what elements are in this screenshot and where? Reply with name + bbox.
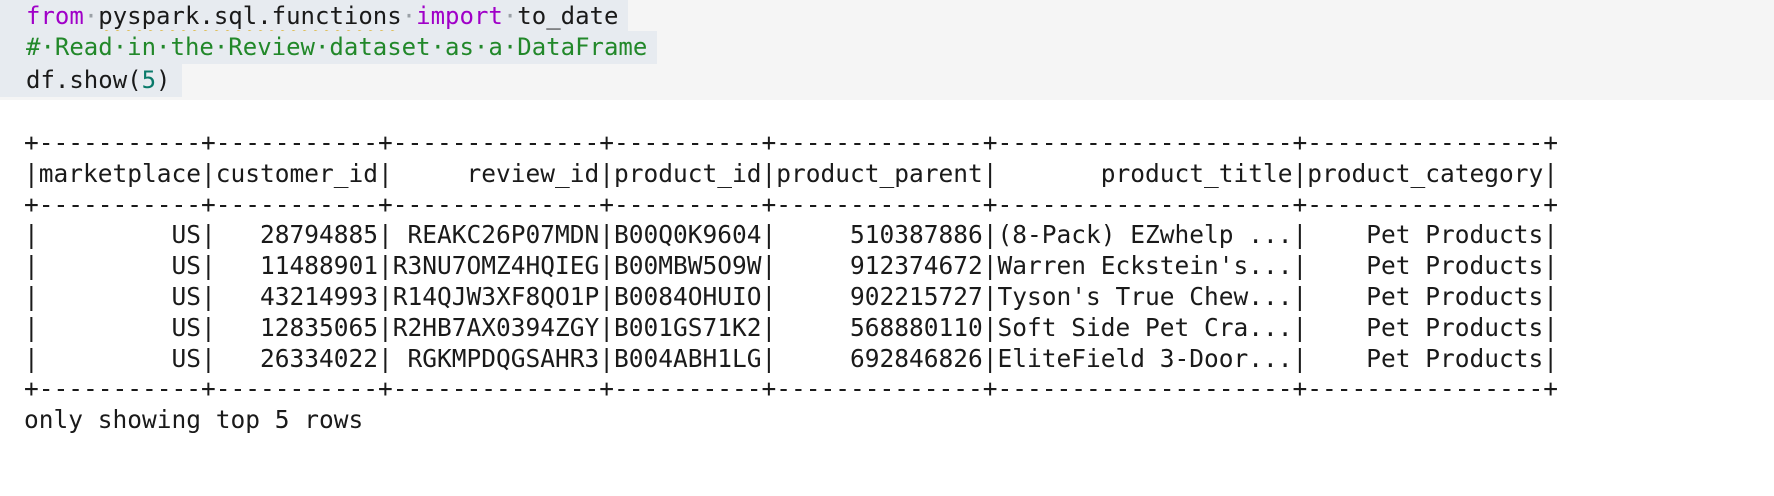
keyword-import: import	[416, 2, 503, 30]
code-comment: #·Read·in·the·Review·dataset·as·a·DataFr…	[26, 33, 648, 61]
code-cell[interactable]: from·pyspark.sql.functions·import·to_dat…	[0, 0, 1774, 100]
code-line-2[interactable]: #·Read·in·the·Review·dataset·as·a·DataFr…	[0, 31, 658, 64]
output-footer: only showing top 5 rows	[24, 405, 364, 435]
table-border-mid: +-----------+-----------+--------------+…	[24, 189, 1559, 219]
code-call: df.show(	[26, 66, 142, 94]
table-row: | US| 12835065|R2HB7AX0394ZGY|B001GS71K2…	[24, 312, 1559, 342]
cell-output: +-----------+-----------+--------------+…	[24, 128, 1558, 436]
code-arg: 5	[141, 66, 157, 94]
table-border-bottom: +-----------+-----------+--------------+…	[24, 374, 1559, 404]
table-border-top: +-----------+-----------+--------------+…	[24, 128, 1559, 157]
table-row: | US| 28794885| REAKC26P07MDN|B00Q0K9604…	[24, 220, 1559, 250]
table-row: | US| 43214993|R14QJW3XF8QO1P|B0084OHUIO…	[24, 281, 1559, 311]
table-row: | US| 11488901|R3NU7OMZ4HQIEG|B00MBW5O9W…	[24, 251, 1559, 281]
code-close: )	[156, 66, 171, 94]
code-line-1[interactable]: from·pyspark.sql.functions·import·to_dat…	[0, 0, 629, 33]
keyword-from: from	[26, 2, 84, 30]
table-header: |marketplace|customer_id| review_id|prod…	[24, 158, 1559, 188]
imported-name: to_date	[517, 2, 619, 30]
code-line-3[interactable]: df.show(5)	[0, 64, 182, 97]
table-row: | US| 26334022| RGKMPDQGSAHR3|B004ABH1LG…	[24, 343, 1559, 373]
module-name: pyspark.sql.functions	[98, 2, 402, 30]
